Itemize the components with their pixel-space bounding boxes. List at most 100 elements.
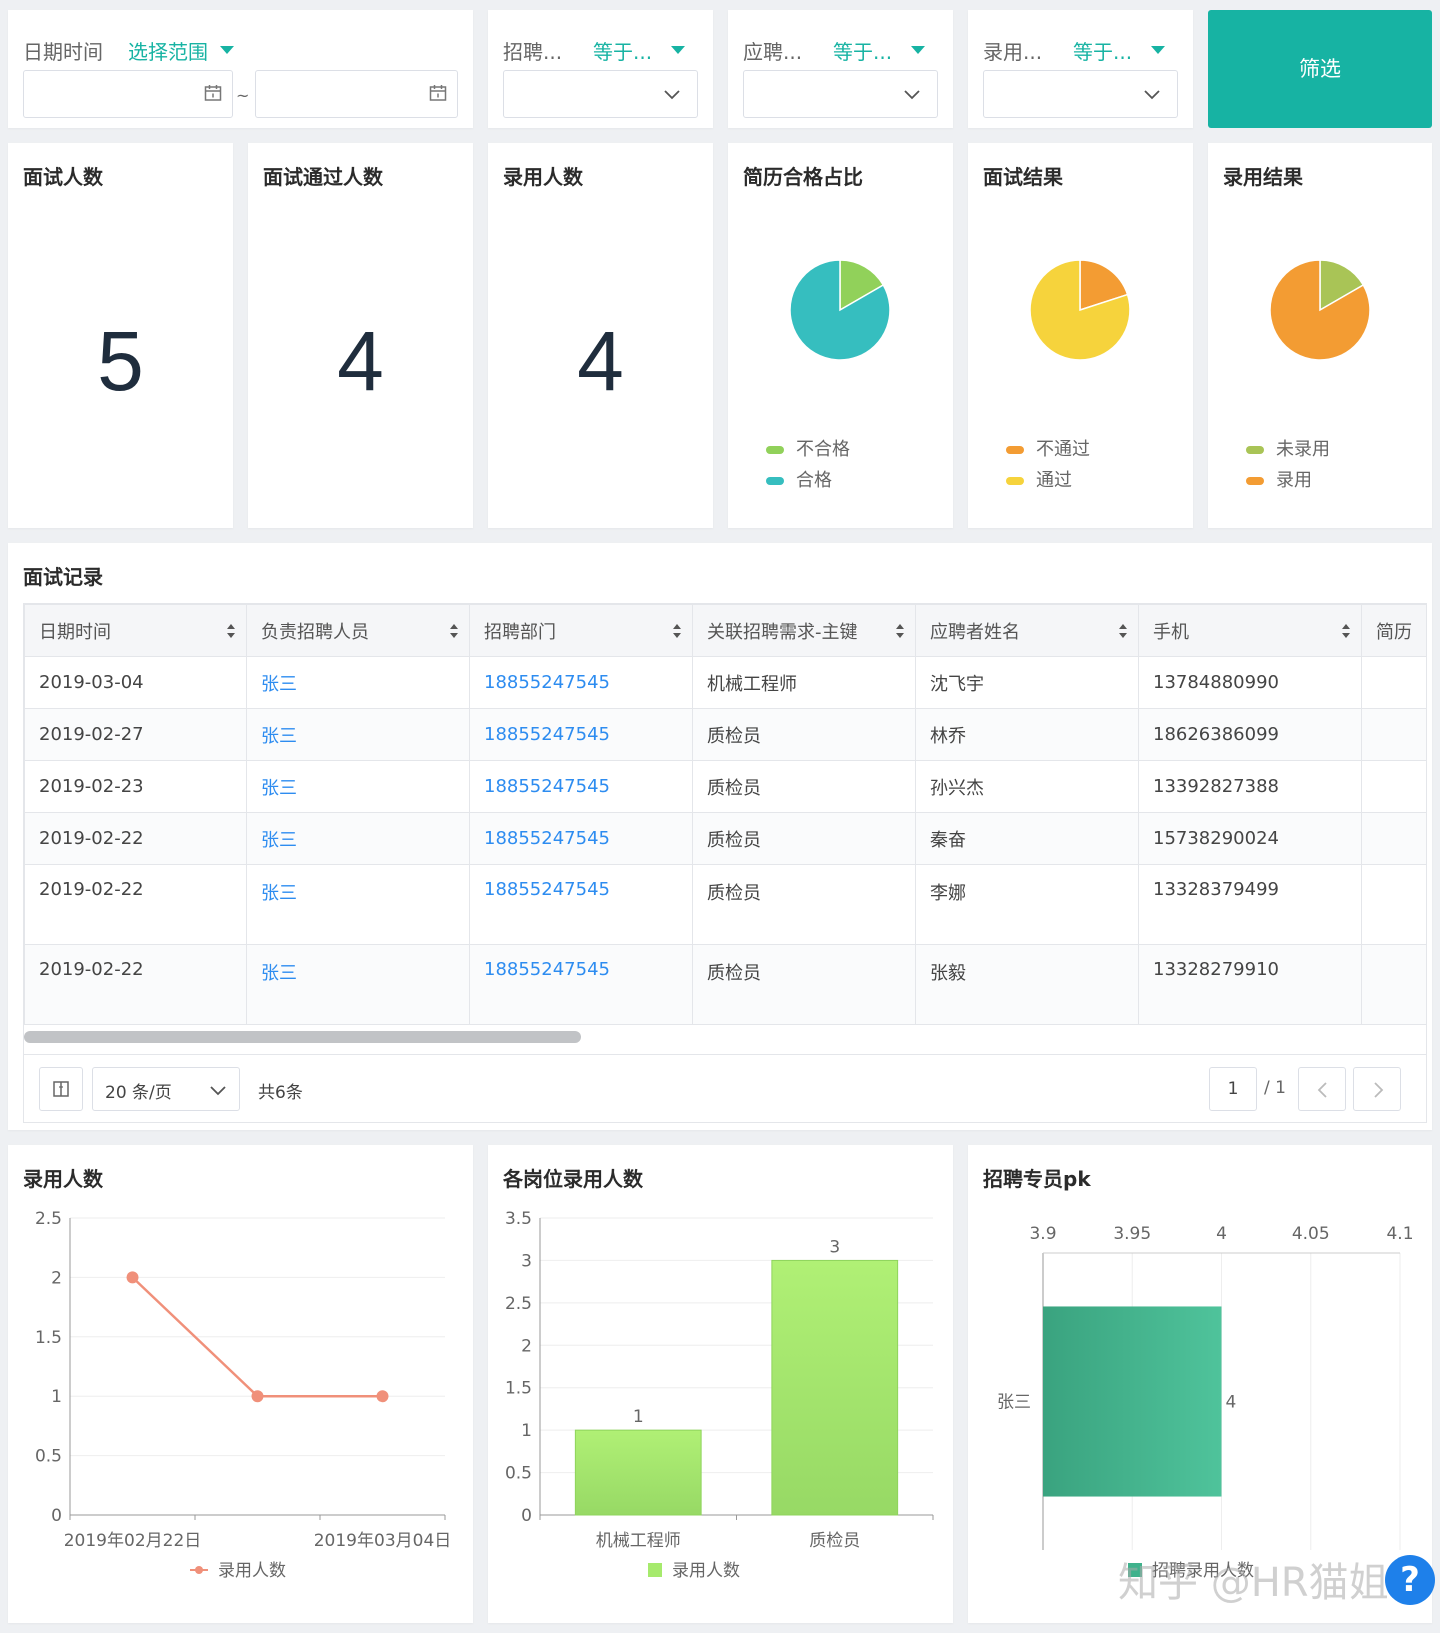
sort-icon[interactable] <box>226 622 236 640</box>
legend-item[interactable]: 通过 <box>1006 466 1072 492</box>
cell-requirement: 质检员 <box>692 812 916 865</box>
col-header-applicant[interactable]: 应聘者姓名 <box>915 604 1139 657</box>
col-header-recruiter[interactable]: 负责招聘人员 <box>246 604 470 657</box>
next-page-button[interactable] <box>1353 1067 1401 1111</box>
filter-submit-button[interactable]: 筛选 <box>1208 10 1432 128</box>
recruiter-select[interactable] <box>503 70 698 118</box>
cell-date: 2019-02-22 <box>24 944 247 1025</box>
x-tick-label: 4.1 <box>1386 1224 1413 1244</box>
cell-recruiter[interactable]: 张三 <box>246 760 470 813</box>
legend-item[interactable]: 未录用 <box>1246 435 1330 461</box>
table-row[interactable]: 2019-02-22 张三 18855247545 质检员 张毅 13328279910 <box>24 944 1426 1025</box>
data-point[interactable] <box>126 1271 139 1284</box>
bar-value-label: 4 <box>1226 1393 1237 1413</box>
legend-label[interactable]: 录用人数 <box>672 1561 740 1581</box>
help-button[interactable]: ? <box>1385 1555 1435 1605</box>
bar[interactable] <box>771 1259 899 1516</box>
legend-label: 通过 <box>1036 470 1072 491</box>
date-filter-label: 日期时间 <box>23 40 103 64</box>
start-date-input[interactable] <box>23 70 233 118</box>
applicant-operator[interactable]: 等于... <box>833 36 892 65</box>
watermark: 知乎 @HR猫姐 <box>1118 1560 1389 1606</box>
bar[interactable] <box>1043 1306 1222 1497</box>
line-chart-card: 录用人数 0 0.5 1 1.5 2 2.5 2019年02月22日 2019年03月04日录… <box>8 1145 473 1623</box>
cell-applicant: 李娜 <box>915 864 1139 945</box>
hire-operator[interactable]: 等于... <box>1073 36 1132 65</box>
cell-department[interactable]: 18855247545 <box>469 708 693 761</box>
cell-date: 2019-03-04 <box>24 656 247 709</box>
cell-department[interactable]: 18855247545 <box>469 656 693 709</box>
recruiter-operator[interactable]: 等于... <box>593 36 652 65</box>
table-row[interactable]: 2019-02-22 张三 18855247545 质检员 李娜 13328379499 <box>24 864 1426 945</box>
cell-recruiter[interactable]: 张三 <box>246 812 470 865</box>
cell-applicant: 林乔 <box>915 708 1139 761</box>
y-tick-label: 1.5 <box>505 1379 532 1399</box>
col-header-department[interactable]: 招聘部门 <box>469 604 693 657</box>
resume-pie-chart <box>789 259 891 361</box>
col-header-label: 负责招聘人员 <box>261 621 369 643</box>
page-total: / 1 <box>1264 1078 1286 1098</box>
caret-down-icon[interactable] <box>911 46 925 54</box>
sort-icon[interactable] <box>895 622 905 640</box>
pie-title: 简历合格占比 <box>743 165 863 189</box>
col-header-resume[interactable]: 简历 <box>1361 604 1426 657</box>
cell-department[interactable]: 18855247545 <box>469 812 693 865</box>
legend-label[interactable]: 录用人数 <box>218 1561 286 1581</box>
y-tick-label: 0 <box>521 1506 532 1526</box>
legend-item[interactable]: 合格 <box>766 466 832 492</box>
sort-icon[interactable] <box>672 622 682 640</box>
col-header-date[interactable]: 日期时间 <box>24 604 247 657</box>
date-range-selector[interactable]: 选择范围 <box>128 36 208 65</box>
legend-item[interactable]: 不合格 <box>766 435 850 461</box>
cell-department[interactable]: 18855247545 <box>469 864 693 945</box>
col-header-requirement[interactable]: 关联招聘需求-主键 <box>692 604 916 657</box>
data-point[interactable] <box>251 1390 264 1403</box>
cell-recruiter[interactable]: 张三 <box>246 708 470 761</box>
kpi-title: 面试通过人数 <box>263 165 383 189</box>
cell-applicant: 秦奋 <box>915 812 1139 865</box>
page-size-select[interactable]: 20 条/页 <box>92 1067 240 1111</box>
kpi-value: 4 <box>577 314 624 408</box>
legend-label: 不合格 <box>796 439 850 460</box>
cell-phone: 13784880990 <box>1138 656 1362 709</box>
cell-department[interactable]: 18855247545 <box>469 760 693 813</box>
caret-down-icon[interactable] <box>220 46 234 54</box>
column-toggle-button[interactable] <box>39 1067 83 1111</box>
col-header-label: 手机 <box>1153 621 1189 643</box>
horizontal-scrollbar[interactable] <box>24 1031 581 1043</box>
applicant-select[interactable] <box>743 70 938 118</box>
interview-records-card: 面试记录 日期时间 负责招聘人员 招聘部门 关联招聘需求-主键 应聘者姓名 手机… <box>8 543 1432 1130</box>
data-point[interactable] <box>376 1390 389 1403</box>
bar[interactable] <box>574 1429 702 1516</box>
columns-icon <box>53 1081 69 1097</box>
sort-icon[interactable] <box>1118 622 1128 640</box>
x-tick-label: 质检员 <box>809 1531 860 1551</box>
legend-item[interactable]: 录用 <box>1246 466 1312 492</box>
table-row[interactable]: 2019-02-22 张三 18855247545 质检员 秦奋 15738290024 <box>24 812 1426 865</box>
kpi-hired-card: 录用人数 4 <box>488 143 713 528</box>
table-row[interactable]: 2019-03-04 张三 18855247545 机械工程师 沈飞宇 137848809… <box>24 656 1426 709</box>
cell-date: 2019-02-23 <box>24 760 247 813</box>
cell-resume <box>1361 708 1426 761</box>
caret-down-icon[interactable] <box>1151 46 1165 54</box>
chevron-left-icon <box>1317 1082 1327 1098</box>
caret-down-icon[interactable] <box>671 46 685 54</box>
prev-page-button[interactable] <box>1298 1067 1346 1111</box>
sort-icon[interactable] <box>449 622 459 640</box>
cell-recruiter[interactable]: 张三 <box>246 944 470 1025</box>
legend-item[interactable]: 不通过 <box>1006 435 1090 461</box>
cell-requirement: 质检员 <box>692 944 916 1025</box>
page-number-input[interactable]: 1 <box>1209 1067 1257 1111</box>
x-tick-label: 4.05 <box>1292 1224 1330 1244</box>
table-row[interactable]: 2019-02-27 张三 18855247545 质检员 林乔 18626386099 <box>24 708 1426 761</box>
hire-pie-chart <box>1269 259 1371 361</box>
cell-department[interactable]: 18855247545 <box>469 944 693 1025</box>
end-date-input[interactable] <box>255 70 458 118</box>
col-header-phone[interactable]: 手机 <box>1138 604 1362 657</box>
table-row[interactable]: 2019-02-23 张三 18855247545 质检员 孙兴杰 13392827388 <box>24 760 1426 813</box>
cell-recruiter[interactable]: 张三 <box>246 864 470 945</box>
sort-icon[interactable] <box>1341 622 1351 640</box>
cell-recruiter[interactable]: 张三 <box>246 656 470 709</box>
hire-select[interactable] <box>983 70 1178 118</box>
x-tick-label: 3.9 <box>1029 1224 1056 1244</box>
